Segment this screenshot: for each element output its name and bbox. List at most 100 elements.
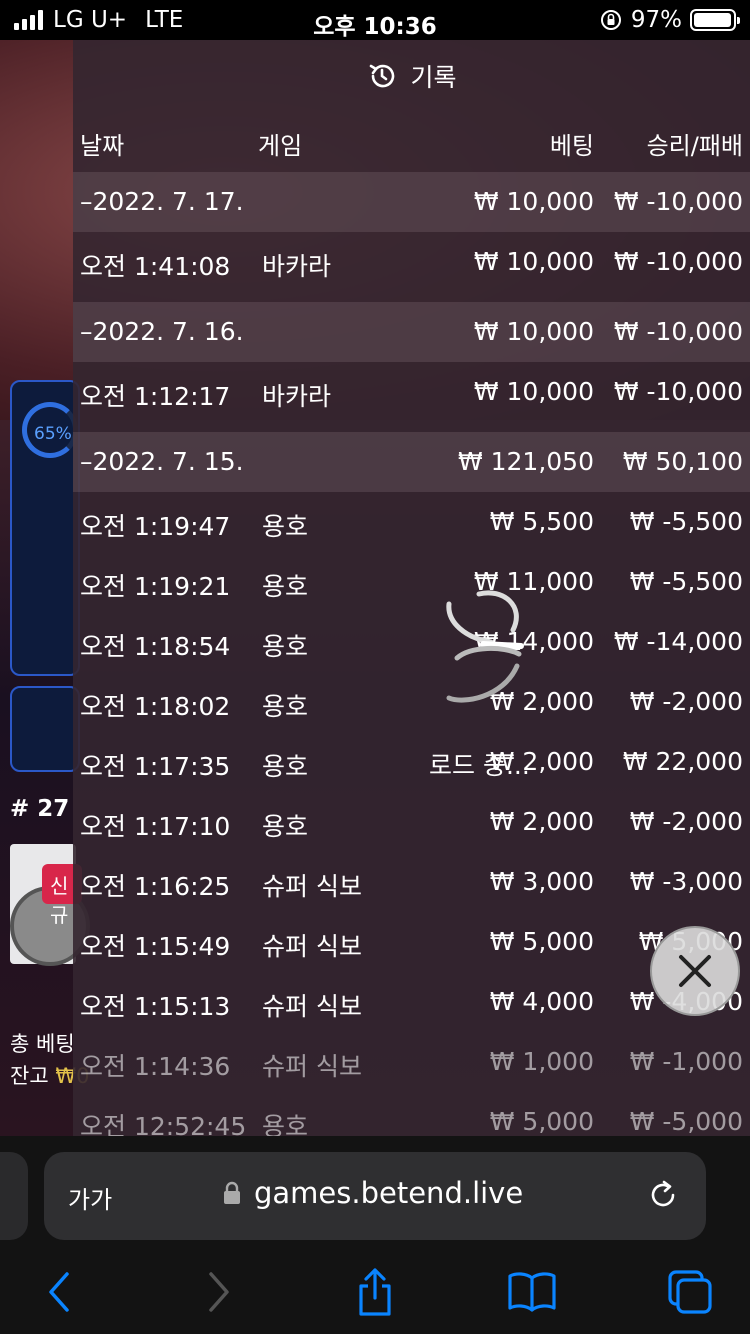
row-time: –2022. 7. 17. bbox=[80, 187, 244, 216]
row-bet: ₩ 4,000 bbox=[489, 987, 594, 1016]
history-row: 오전 1:19:47 용호 ₩ 5,500 ₩ -5,500 bbox=[73, 492, 750, 552]
history-row: 오전 1:19:21 용호 ₩ 11,000 ₩ -5,500 bbox=[73, 552, 750, 612]
history-panel: 기록 날짜 게임 베팅 승리/패배 –2022. 7. 17. ₩ 10,000 ₩… bbox=[73, 40, 750, 1136]
total-bet-label: 총 베팅 bbox=[10, 1032, 75, 1056]
row-bet: ₩ 121,050 bbox=[457, 447, 594, 476]
loading-text: 로드 중... bbox=[429, 751, 530, 780]
history-row: 오전 1:18:02 용호 ₩ 2,000 ₩ -2,000 bbox=[73, 672, 750, 732]
panel-header: 기록 bbox=[73, 58, 750, 94]
row-result: ₩ -14,000 bbox=[613, 627, 743, 656]
back-icon bbox=[49, 1272, 69, 1312]
row-time: –2022. 7. 16. bbox=[80, 317, 244, 346]
history-row: 오전 1:17:35 용호 ₩ 2,000 ₩ 22,000 bbox=[73, 732, 750, 792]
loading-spinner-icon bbox=[446, 590, 524, 703]
rotation-lock-icon bbox=[600, 10, 621, 30]
url-text[interactable]: games.betend.live bbox=[254, 1176, 523, 1210]
rank-label: # 27 bbox=[10, 796, 70, 822]
row-result: ₩ -10,000 bbox=[613, 377, 743, 406]
close-icon bbox=[679, 955, 711, 987]
row-game: 용호 bbox=[262, 512, 309, 541]
history-row: 오전 1:12:17 바카라 ₩ 10,000 ₩ -10,000 bbox=[73, 362, 750, 422]
row-result: ₩ 22,000 bbox=[622, 747, 743, 776]
row-game: 슈퍼 식보 bbox=[262, 992, 362, 1021]
address-bar[interactable]: 가가 games.betend.live bbox=[44, 1152, 706, 1240]
row-game: 용호 bbox=[262, 692, 309, 721]
row-bet: ₩ 10,000 bbox=[473, 377, 594, 406]
share-button[interactable] bbox=[345, 1264, 405, 1320]
share-icon bbox=[359, 1268, 391, 1316]
row-bet: ₩ 5,000 bbox=[489, 927, 594, 956]
tabs-button[interactable] bbox=[660, 1264, 720, 1320]
row-bet: ₩ 1,000 bbox=[489, 1047, 594, 1076]
balance-label: 잔고 bbox=[10, 1064, 56, 1088]
row-result: ₩ -10,000 bbox=[613, 247, 743, 276]
row-time: 오전 1:15:49 bbox=[80, 932, 231, 961]
history-row: 오전 12:52:45 용호 ₩ 5,000 ₩ -5,000 bbox=[73, 1092, 750, 1136]
row-time: 오전 1:12:17 bbox=[80, 382, 231, 411]
history-list: –2022. 7. 17. ₩ 10,000 ₩ -10,000 오전 1:41:08… bbox=[73, 172, 750, 1136]
date-group-row: –2022. 7. 15. ₩ 121,050 ₩ 50,100 bbox=[73, 432, 750, 492]
back-button[interactable] bbox=[28, 1264, 88, 1320]
history-row: 오전 1:17:10 용호 ₩ 2,000 ₩ -2,000 bbox=[73, 792, 750, 852]
tabs-icon bbox=[668, 1270, 712, 1314]
row-result: ₩ -5,500 bbox=[629, 507, 743, 536]
row-result: ₩ -5,500 bbox=[629, 567, 743, 596]
row-result: ₩ -2,000 bbox=[629, 807, 743, 836]
history-icon bbox=[370, 64, 395, 88]
row-time: 오전 1:18:02 bbox=[80, 692, 231, 721]
column-header-result: 승리/패배 bbox=[646, 132, 743, 160]
row-result: ₩ 50,100 bbox=[622, 447, 743, 476]
secondary-card[interactable] bbox=[10, 686, 80, 772]
status-bar: LG U+ LTE 오후 10:36 97% bbox=[0, 0, 750, 40]
date-group-row: –2022. 7. 16. ₩ 10,000 ₩ -10,000 bbox=[73, 302, 750, 362]
row-result: ₩ -10,000 bbox=[613, 317, 743, 346]
history-row: 오전 1:16:25 슈퍼 식보 ₩ 3,000 ₩ -3,000 bbox=[73, 852, 750, 912]
row-result: ₩ -10,000 bbox=[613, 187, 743, 216]
row-result: ₩ -5,000 bbox=[629, 1107, 743, 1136]
date-group-row: –2022. 7. 17. ₩ 10,000 ₩ -10,000 bbox=[73, 172, 750, 232]
row-time: 오전 12:52:45 bbox=[80, 1112, 247, 1136]
bookmarks-icon bbox=[508, 1272, 556, 1312]
text-size-button[interactable]: 가가 bbox=[68, 1180, 112, 1215]
row-time: 오전 1:41:08 bbox=[80, 252, 231, 281]
progress-label: 65% bbox=[34, 424, 72, 444]
browser-toolbar: 가가 games.betend.live bbox=[0, 1136, 750, 1334]
row-bet: ₩ 3,000 bbox=[489, 867, 594, 896]
row-game: 용호 bbox=[262, 1112, 309, 1136]
reload-icon[interactable] bbox=[646, 1178, 680, 1212]
row-result: ₩ -3,000 bbox=[629, 867, 743, 896]
row-game: 용호 bbox=[262, 812, 309, 841]
history-row: 오전 1:18:54 용호 ₩ 14,000 ₩ -14,000 bbox=[73, 612, 750, 672]
row-time: 오전 1:19:21 bbox=[80, 572, 231, 601]
row-time: –2022. 7. 15. bbox=[80, 447, 244, 476]
row-game: 슈퍼 식보 bbox=[262, 932, 362, 961]
row-time: 오전 1:17:35 bbox=[80, 752, 231, 781]
column-header-bet: 베팅 bbox=[549, 132, 594, 160]
row-time: 오전 1:18:54 bbox=[80, 632, 231, 661]
row-game: 슈퍼 식보 bbox=[262, 1052, 362, 1081]
row-time: 오전 1:15:13 bbox=[80, 992, 231, 1021]
row-game: 바카라 bbox=[262, 252, 332, 281]
row-result: ₩ -2,000 bbox=[629, 687, 743, 716]
history-row: 오전 1:41:08 바카라 ₩ 10,000 ₩ -10,000 bbox=[73, 232, 750, 292]
history-row: 오전 1:14:36 슈퍼 식보 ₩ 1,000 ₩ -1,000 bbox=[73, 1032, 750, 1092]
row-game: 용호 bbox=[262, 572, 309, 601]
row-bet: ₩ 10,000 bbox=[473, 317, 594, 346]
row-time: 오전 1:14:36 bbox=[80, 1052, 231, 1081]
column-header-game: 게임 bbox=[258, 132, 303, 160]
row-time: 오전 1:16:25 bbox=[80, 872, 231, 901]
panel-title: 기록 bbox=[410, 63, 457, 92]
row-bet: ₩ 5,000 bbox=[489, 1107, 594, 1136]
history-row: 오전 1:15:13슈퍼 식보₩ 4,000₩ -4,000 bbox=[73, 972, 750, 1032]
bookmarks-button[interactable] bbox=[502, 1264, 562, 1320]
row-bet: ₩ 5,500 bbox=[489, 507, 594, 536]
row-bet: ₩ 10,000 bbox=[473, 187, 594, 216]
row-result: ₩ -1,000 bbox=[629, 1047, 743, 1076]
lock-icon bbox=[224, 1181, 240, 1204]
row-bet: ₩ 10,000 bbox=[473, 247, 594, 276]
forward-button[interactable] bbox=[190, 1264, 250, 1320]
previous-tab-preview[interactable] bbox=[0, 1152, 28, 1240]
row-game: 바카라 bbox=[262, 382, 332, 411]
row-game: 슈퍼 식보 bbox=[262, 872, 362, 901]
close-button[interactable] bbox=[650, 926, 740, 1016]
